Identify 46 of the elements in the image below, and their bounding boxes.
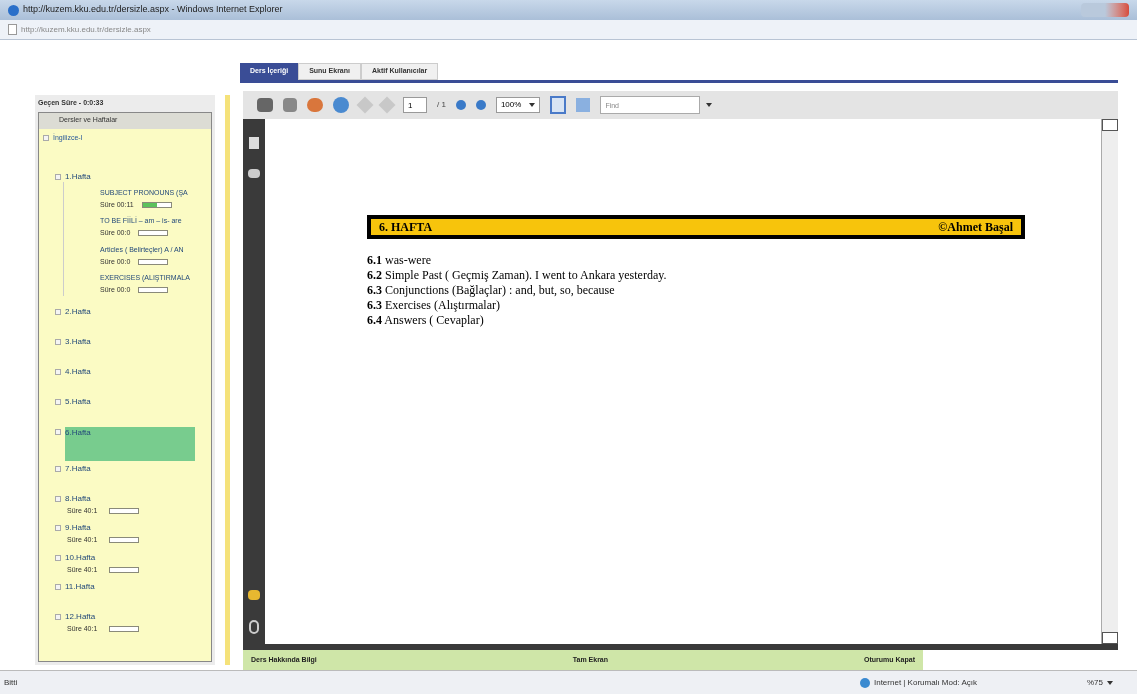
page-icon: [8, 24, 17, 35]
expand-icon[interactable]: [55, 614, 61, 620]
scroll-down-icon[interactable]: [1102, 632, 1118, 644]
expand-icon[interactable]: [55, 495, 61, 502]
week-item[interactable]: 8.Hafta: [65, 493, 91, 504]
outline-line: 6.3 Conjunctions (Bağlaçlar) : and, but, so, because: [367, 283, 616, 298]
dropdown-icon[interactable]: [706, 103, 713, 107]
expand-icon[interactable]: [55, 173, 61, 180]
expand-icon[interactable]: [55, 308, 61, 315]
expand-icon[interactable]: [55, 368, 61, 375]
expand-icon[interactable]: [55, 398, 61, 405]
dropdown-icon[interactable]: [1107, 680, 1113, 685]
page-count: / 1: [437, 99, 446, 111]
week-item[interactable]: 10.Hafta: [65, 552, 96, 563]
banner-title: 6. HAFTA: [379, 219, 433, 236]
address-text: http://kuzem.kku.edu.tr/dersizle.aspx: [21, 23, 151, 36]
week-item[interactable]: 4.Hafta: [65, 366, 91, 377]
outline-line: 6.4 Answers ( Cevaplar): [367, 313, 485, 328]
expand-icon[interactable]: [55, 525, 61, 531]
expand-icon[interactable]: [43, 134, 49, 141]
outline-line: 6.1 was-were: [367, 253, 432, 268]
security-zone: Internet | Korumalı Mod: Açık: [873, 676, 977, 689]
week-item[interactable]: 3.Hafta: [65, 336, 91, 347]
zoom-level: %75: [1087, 676, 1103, 689]
week-item[interactable]: 7.Hafta: [65, 463, 91, 474]
zoom-dropdown[interactable]: 100%: [495, 97, 541, 113]
week-item[interactable]: 6.Hafta: [65, 426, 195, 461]
expand-icon[interactable]: [55, 338, 61, 345]
expand-icon[interactable]: [55, 554, 61, 561]
fit-page-icon[interactable]: [550, 96, 567, 114]
banner-author: ©Ahmet Başal: [938, 219, 1013, 236]
week-item[interactable]: 12.Hafta: [65, 612, 96, 622]
week-item[interactable]: 9.Hafta: [65, 523, 91, 533]
week-item[interactable]: 1.Hafta: [65, 171, 91, 182]
outline-line: 6.2 Simple Past ( Geçmiş Zaman). I went to Ankara yesterday.: [367, 268, 668, 283]
expand-icon[interactable]: [55, 428, 61, 435]
week-item[interactable]: 11.Hafta: [65, 582, 95, 592]
page-field[interactable]: 1: [403, 97, 427, 113]
window-title: http://kuzem.kku.edu.tr/dersizle.aspx - Windows Internet Explorer: [23, 3, 283, 17]
outline-line: 6.3 Exercises (Alıştırmalar): [367, 298, 501, 313]
expand-icon[interactable]: [55, 465, 61, 472]
week-item[interactable]: 5.Hafta: [65, 396, 91, 407]
expand-icon[interactable]: [55, 584, 61, 590]
status-text: Bitti: [4, 676, 18, 689]
scroll-up-icon[interactable]: [1102, 119, 1118, 131]
week-item[interactable]: 2.Hafta: [65, 306, 91, 317]
